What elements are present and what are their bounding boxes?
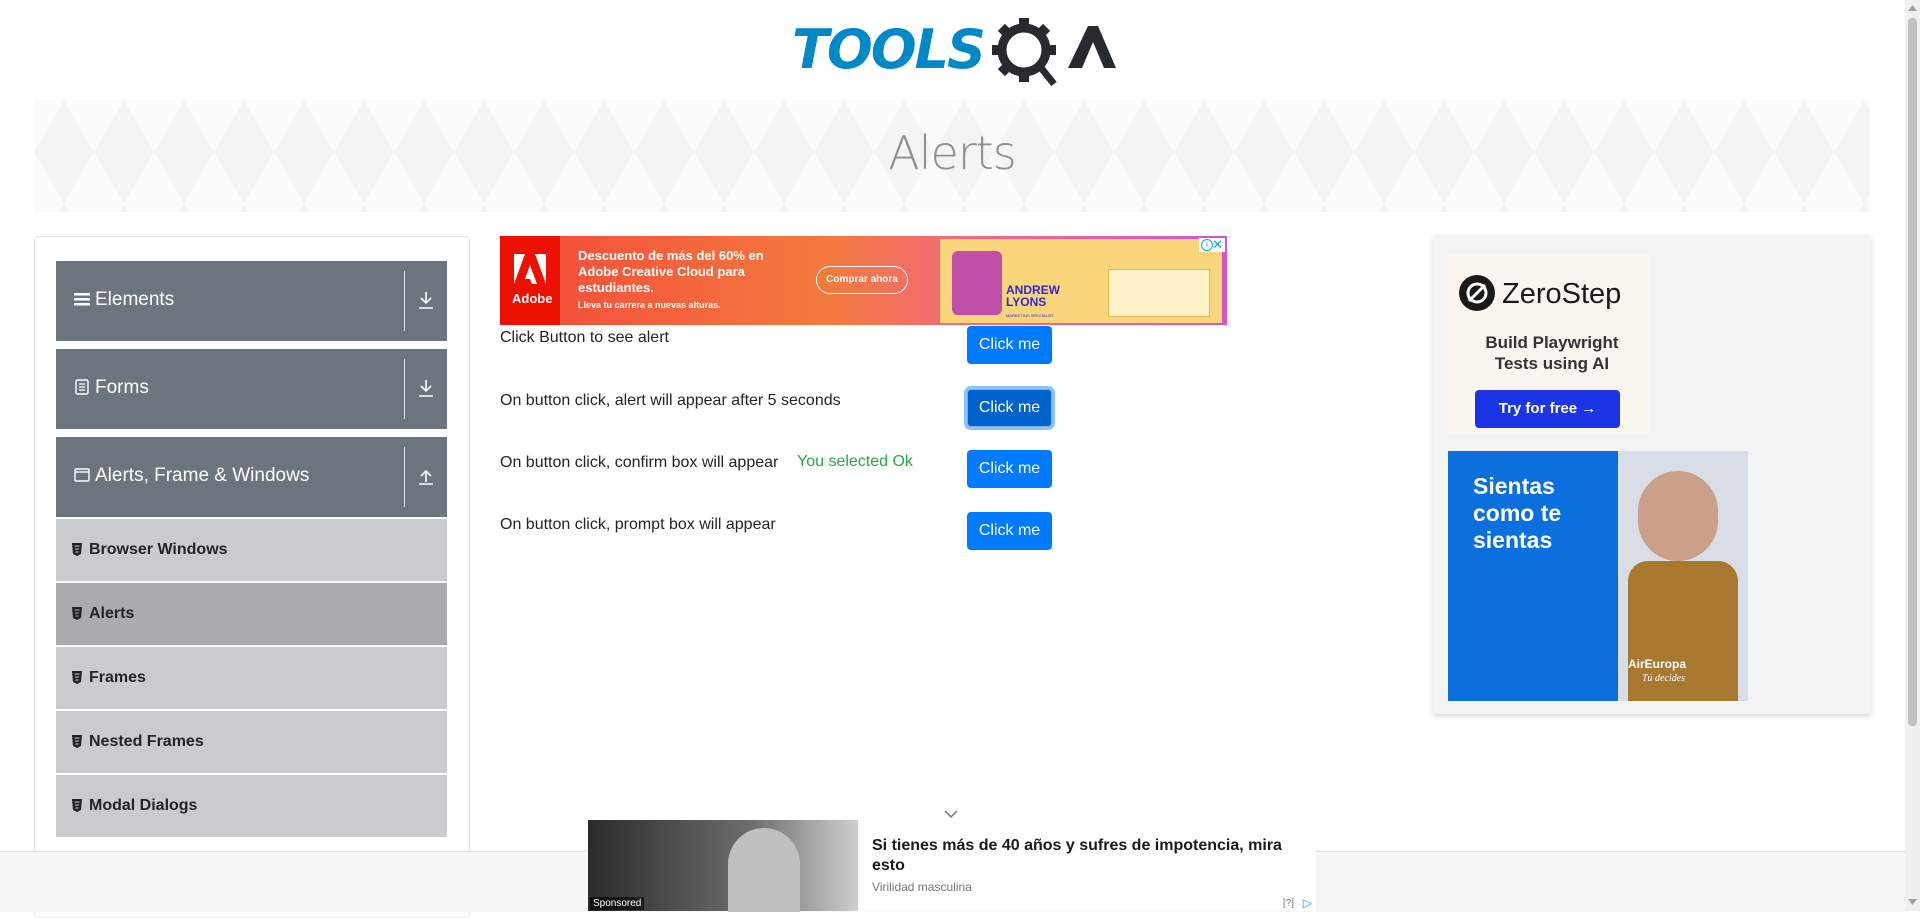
sidebar-item-modal-dialogs[interactable]: Modal Dialogs <box>56 775 447 839</box>
ad-card <box>1108 269 1210 317</box>
scroll-up-icon[interactable] <box>1908 4 1917 12</box>
group-label: Forms <box>95 377 149 398</box>
aireuropa-brand: AirEuropa <box>1628 657 1687 671</box>
ad-portrait <box>952 251 1002 315</box>
form-icon <box>75 379 89 395</box>
sidebar-item-browser-windows[interactable]: Browser Windows <box>56 519 447 583</box>
alert-button[interactable]: Click me <box>967 326 1052 364</box>
close-icon[interactable]: ✕ <box>1212 237 1223 253</box>
ad-headline: Descuento de más del 60% en Adobe Creati… <box>578 248 764 295</box>
adobe-ad-banner[interactable]: Adobe Descuento de más del 60% en Adobe … <box>500 236 1227 325</box>
page-title: Alerts <box>888 126 1016 180</box>
ad-brand: Adobe <box>512 291 553 306</box>
upload-arrow-icon[interactable] <box>414 464 438 488</box>
ad-cta-button[interactable]: Comprar ahora <box>816 266 908 294</box>
sponsored-ad[interactable]: Sponsored Si tienes más de 40 años y suf… <box>588 820 1316 912</box>
prompt-button[interactable]: Click me <box>967 512 1052 550</box>
html5-icon <box>72 671 82 684</box>
ad-choices-icon[interactable]: ▷ <box>1303 896 1312 910</box>
row-text: On button click, prompt box will appear <box>500 516 776 533</box>
row-text: Click Button to see alert <box>500 329 669 346</box>
zerostep-tagline: Build Playwright Tests using AI <box>1485 333 1619 373</box>
aireuropa-slogan: Tú decides <box>1642 673 1686 684</box>
aireuropa-ad[interactable]: Sientas como te sientas AirEuropa Tú dec… <box>1448 451 1748 701</box>
window-icon <box>74 468 90 482</box>
ad-person-role: MARKETING SPECIALIST <box>1006 313 1055 318</box>
html5-icon <box>72 735 82 748</box>
sidebar-item-alerts[interactable]: Alerts <box>56 583 447 647</box>
html5-icon <box>72 543 82 556</box>
scroll-down-icon[interactable] <box>1908 898 1917 906</box>
sponsored-label: Sponsored <box>590 897 645 910</box>
group-alerts-frame-windows[interactable]: Alerts, Frame & Windows <box>56 437 447 517</box>
divider <box>404 271 405 331</box>
group-forms[interactable]: Forms <box>56 349 447 429</box>
sponsored-image: Sponsored <box>588 820 858 912</box>
row-text: On button click, confirm box will appear <box>500 454 779 471</box>
ad-person-name: ANDREW LYONS <box>1006 283 1060 309</box>
adobe-icon <box>514 254 546 284</box>
html5-icon <box>72 607 82 620</box>
sidebar-item-frames[interactable]: Frames <box>56 647 447 711</box>
zerostep-card: ZeroStep Build Playwright Tests using AI… <box>1448 254 1650 434</box>
ad-photo-person <box>1638 471 1718 561</box>
group-elements[interactable]: Elements <box>56 261 447 341</box>
sponsored-source: Virilidad masculina <box>872 880 972 894</box>
sidebar-item-nested-frames[interactable]: Nested Frames <box>56 711 447 775</box>
sidebar-item-label: Modal Dialogs <box>89 797 198 814</box>
ad-subtext: Lleva tu carrera a nuevas alturas. <box>578 300 721 310</box>
download-arrow-icon[interactable] <box>414 288 438 312</box>
sidebar-item-label: Browser Windows <box>89 541 228 558</box>
ad-image-panel: ANDREW LYONS MARKETING SPECIALIST <box>940 239 1222 323</box>
sidebar-item-label: Nested Frames <box>89 733 204 750</box>
toolsqa-logo[interactable]: TOOLS <box>792 14 1116 90</box>
scrollbar-thumb[interactable] <box>1908 18 1917 726</box>
sponsored-headline[interactable]: Si tienes más de 40 años y sufres de imp… <box>872 836 1302 876</box>
confirm-button[interactable]: Click me <box>967 450 1052 488</box>
divider <box>404 359 405 419</box>
sidebar-item-label: Alerts <box>89 605 135 622</box>
zerostep-ad[interactable]: ZeroStep Build Playwright Tests using AI… <box>1434 236 1870 714</box>
divider <box>404 447 405 507</box>
confirm-result: You selected Ok <box>797 453 913 470</box>
chevron-down-icon[interactable] <box>944 809 958 819</box>
ad-choices[interactable]: i ✕ <box>1199 237 1225 253</box>
ad-info-link[interactable]: [?] <box>1283 898 1294 909</box>
zerostep-brand: ZeroStep <box>1502 278 1622 310</box>
group-label: Elements <box>95 289 175 310</box>
aireuropa-promo: Sientas como te sientas <box>1473 473 1562 553</box>
timer-alert-button[interactable]: Click me <box>967 389 1052 427</box>
sponsored-photo-person <box>728 828 800 912</box>
try-for-free-button[interactable]: Try for free → <box>1475 390 1620 428</box>
group-label: Alerts, Frame & Windows <box>95 465 310 486</box>
page-banner: Alerts <box>34 100 1870 212</box>
html5-icon <box>72 799 82 812</box>
svg-text:TOOLS: TOOLS <box>792 18 984 81</box>
left-panel: Elements Forms Alerts, Frame & Windows B… <box>34 236 470 918</box>
adobe-logo: Adobe <box>500 236 560 325</box>
sidebar-item-label: Frames <box>89 669 146 686</box>
hamburger-icon <box>74 293 90 306</box>
zerostep-logo-icon <box>1459 275 1495 311</box>
row-text: On button click, alert will appear after… <box>500 392 841 409</box>
download-arrow-icon[interactable] <box>414 376 438 400</box>
